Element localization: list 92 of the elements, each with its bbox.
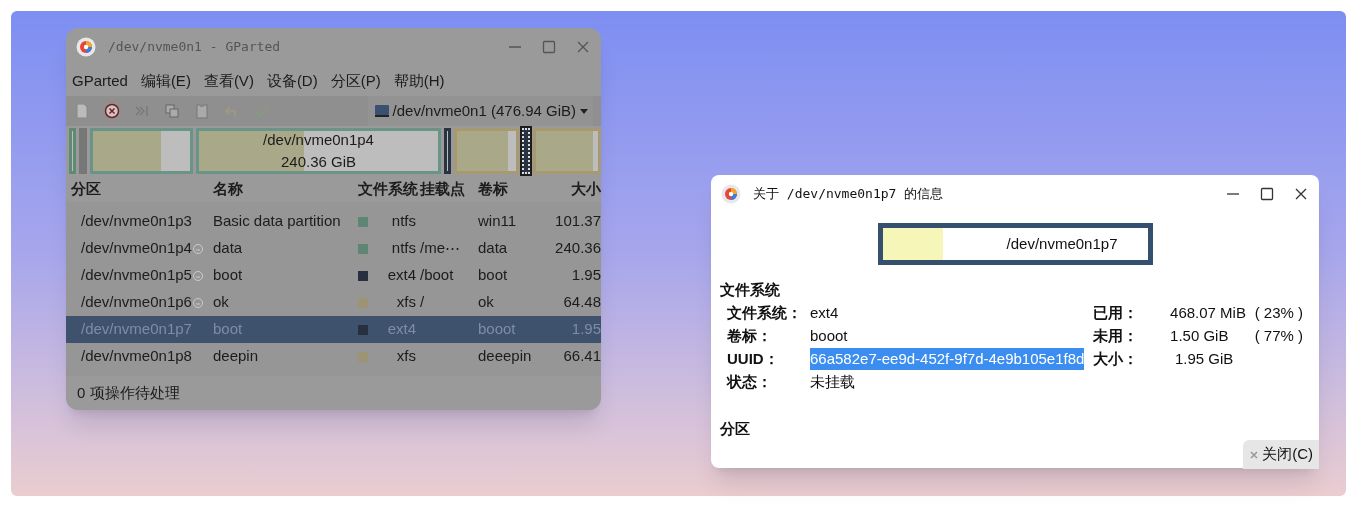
maximize-icon[interactable] (1259, 186, 1275, 202)
field-value: 1.95 GiB (1175, 348, 1235, 369)
resize-icon[interactable] (134, 103, 150, 119)
field-label: UUID： (727, 348, 780, 369)
table-row[interactable]: /dev/nvme0n1p6 ok xfs / ok 64.48 (66, 289, 601, 316)
table-cell-text: ntfs (391, 238, 417, 259)
field-value[interactable]: booot (810, 324, 848, 348)
info-flag-icon[interactable] (191, 242, 204, 255)
menu-item[interactable]: GParted (72, 69, 128, 93)
table-cell: /me⋯ (420, 239, 460, 257)
table-cell-text: ext4 (387, 265, 417, 286)
table-cell-text: 240.36 (554, 238, 601, 259)
table-cell-text: booot (478, 319, 517, 340)
menu-item[interactable]: 查看(V) (203, 69, 254, 93)
app-icon (721, 184, 741, 204)
partition-label: /dev/nvme0n1p7 (1006, 233, 1118, 254)
table-cell-text: ok (478, 292, 495, 313)
menu-item[interactable]: 编辑(E) (140, 69, 191, 93)
menu-item[interactable]: 设备(D) (266, 69, 318, 93)
percentage-text: ( 23% ) (1254, 302, 1303, 323)
table-cell-text: xfs (396, 292, 417, 313)
table-cell-text: /dev/nvme0n1p3 (81, 211, 192, 232)
copy-icon[interactable] (164, 103, 180, 119)
disk-icon[interactable] (373, 103, 390, 119)
table-cell-text: ok (213, 292, 230, 313)
table-cell-text: ntfs (391, 211, 417, 232)
partition-label: /dev/nvme0n1p4 (263, 130, 374, 150)
table-cell-text: /dev/nvme0n1p4 (81, 238, 192, 259)
column-header[interactable]: 分区 (66, 177, 213, 201)
field-label: 大小： (1093, 348, 1139, 369)
column-header[interactable]: 挂载点 (420, 177, 478, 201)
table-cell-text: deeepin (478, 346, 533, 367)
table-cell-text: deepin (213, 346, 260, 367)
table-cell-text: /dev/nvme0n1p6 (81, 292, 192, 313)
table-row[interactable]: /dev/nvme0n1p3 Basic data partition ntfs win11 101.37 (66, 208, 601, 235)
info-flag-icon[interactable] (191, 269, 204, 282)
field-value[interactable]: ext4 (810, 301, 839, 325)
field-label: 状态： (727, 371, 773, 392)
table-cell-text: 1.95 (570, 319, 601, 340)
section-heading: 文件系统 (720, 281, 780, 298)
table-cell-text: /dev/nvme0n1p5 (81, 265, 192, 286)
table-cell-text: data (478, 238, 509, 259)
partition-size: 240.36 GiB (280, 152, 357, 172)
status-text: 0 项操作待处理 (77, 382, 180, 403)
close-button[interactable]: 关闭(C) (1243, 440, 1319, 469)
table-cell-text: xfs (396, 346, 417, 367)
close-icon[interactable] (1293, 186, 1309, 202)
new-document-icon[interactable] (74, 103, 90, 119)
table-cell-text: /dev/nvme0n1p7 (81, 319, 192, 340)
field-label: 卷标： (727, 325, 773, 346)
field-label: 未用： (1093, 325, 1139, 346)
table-cell-text: win11 (478, 211, 518, 232)
column-header[interactable]: 大小 (540, 177, 601, 201)
column-header[interactable]: 文件系统 (358, 177, 420, 201)
info-flag-icon[interactable] (191, 296, 204, 309)
app-icon (76, 37, 96, 57)
table-cell-text: ext4 (387, 319, 417, 340)
section-heading: 分区 (720, 419, 750, 437)
table-row[interactable]: /dev/nvme0n1p4 data ntfs /me⋯ data 240.36 (66, 235, 601, 262)
partition-segment[interactable]: /dev/nvme0n1p4 240.36 GiB (196, 128, 441, 174)
table-row[interactable]: /dev/nvme0n1p8 deepin xfs deeepin 66.41 (66, 343, 601, 370)
menu-item[interactable]: 帮助(H) (393, 69, 445, 93)
table-cell-text: 1.95 (570, 265, 601, 286)
menu-item[interactable]: 分区(P) (330, 69, 381, 93)
partition-segment[interactable] (444, 128, 451, 174)
field-value: 468.07 MiB (1170, 302, 1247, 323)
field-value[interactable]: 66a582e7-ee9d-452f-9f7d-4e9b105e1f8d (810, 347, 1085, 371)
delete-icon[interactable] (104, 103, 120, 119)
table-cell-text: boot (478, 265, 509, 286)
table-cell-text: data (213, 238, 244, 259)
table-cell-text: boot (213, 265, 244, 286)
table-cell-text: 101.37 (554, 211, 601, 232)
table-cell: /boot (420, 266, 454, 284)
field-label: 文件系统： (727, 302, 803, 323)
caret-icon[interactable] (579, 107, 589, 115)
table-cell-text: Basic data partition (213, 211, 342, 232)
table-cell-text: 66.41 (562, 346, 601, 367)
table-cell-text: /dev/nvme0n1p8 (81, 346, 192, 367)
column-header[interactable]: 卷标 (478, 177, 540, 201)
column-header[interactable]: 名称 (213, 177, 358, 201)
percentage-text: ( 77% ) (1254, 325, 1303, 346)
paste-icon[interactable] (194, 103, 210, 119)
table-cell-text: boot (213, 319, 244, 340)
table-cell-text: 64.48 (562, 292, 601, 313)
window-title: /dev/nvme0n1 - GParted (108, 38, 281, 57)
table-row[interactable]: /dev/nvme0n1p5 boot ext4 /boot boot 1.95 (66, 262, 601, 289)
dialog-title: 关于 /dev/nvme0n1p7 的信息 (753, 185, 944, 204)
field-label: 已用： (1093, 302, 1139, 323)
device-dropdown[interactable]: /dev/nvme0n1 (476.94 GiB) (367, 96, 593, 126)
field-value: 1.50 GiB (1170, 325, 1230, 346)
field-value[interactable]: 未挂载 (810, 370, 855, 394)
table-cell: / (420, 293, 425, 311)
